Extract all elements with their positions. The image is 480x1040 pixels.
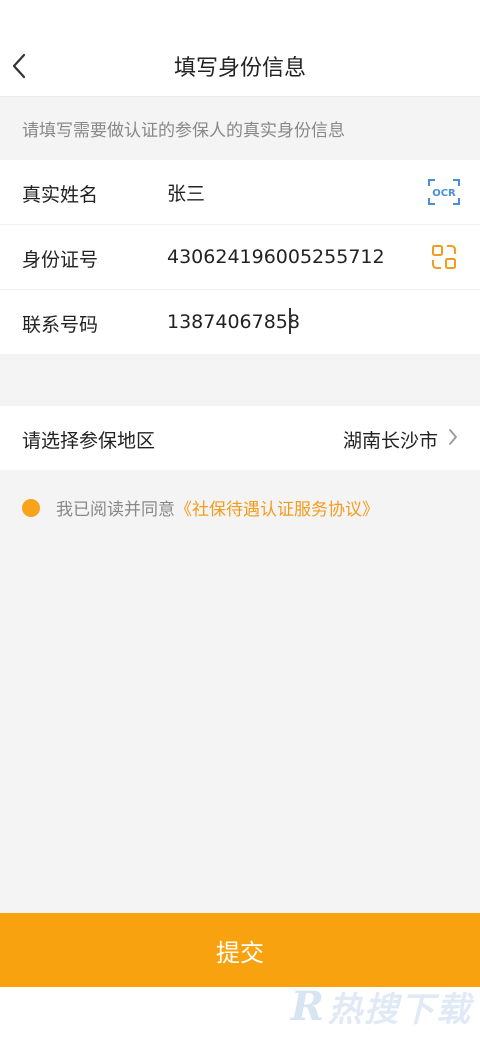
name-label: 真实姓名	[22, 184, 99, 206]
region-label: 请选择参保地区	[22, 430, 156, 452]
chevron-right-icon	[449, 429, 457, 445]
phone-label: 联系号码	[22, 314, 99, 336]
agree-radio[interactable]	[22, 498, 40, 517]
agreement-link[interactable]: 《社保待遇认证服务协议》	[175, 495, 379, 520]
phone-input[interactable]	[167, 307, 397, 337]
identity-form: 真实姓名 OCR 身份证号 联系号码	[0, 160, 480, 354]
scan-icon	[432, 245, 456, 269]
text-cursor	[289, 308, 291, 334]
instruction-text: 请填写需要做认证的参保人的真实身份信息	[22, 121, 345, 141]
id-number-input[interactable]	[167, 242, 397, 272]
region-selector[interactable]: 请选择参保地区 湖南长沙市	[0, 406, 480, 470]
watermark-logo-letter: R	[290, 983, 324, 1030]
scan-button[interactable]	[426, 239, 462, 275]
id-number-label: 身份证号	[22, 249, 99, 271]
submit-button[interactable]: 提交	[0, 913, 480, 987]
agree-text: 我已阅读并同意	[56, 500, 175, 520]
region-section: 请选择参保地区 湖南长沙市	[0, 406, 480, 470]
id-number-row: 身份证号	[0, 225, 480, 290]
watermark: R 热搜下载	[291, 982, 472, 1031]
ocr-label: OCR	[432, 188, 456, 199]
ocr-scan-icon: OCR	[428, 179, 460, 205]
name-input[interactable]	[167, 177, 397, 207]
page-title: 填写身份信息	[173, 56, 306, 81]
agreement: 我已阅读并同意 《社保待遇认证服务协议》	[22, 495, 379, 520]
phone-row: 联系号码	[0, 290, 480, 354]
name-row: 真实姓名 OCR	[0, 160, 480, 225]
ocr-scan-button[interactable]: OCR	[426, 174, 462, 210]
region-value: 湖南长沙市	[342, 430, 438, 452]
header-bar: 填写身份信息	[0, 0, 480, 97]
watermark-text: 热搜下载	[328, 990, 472, 1030]
